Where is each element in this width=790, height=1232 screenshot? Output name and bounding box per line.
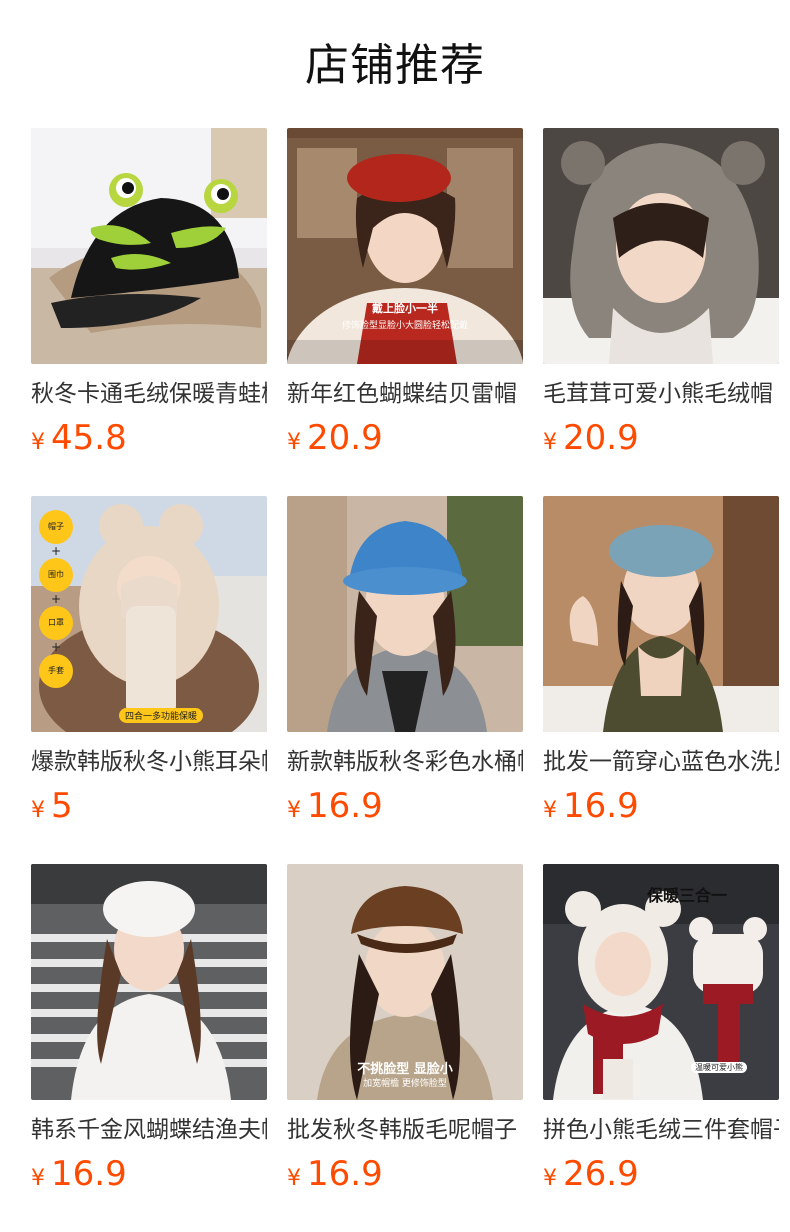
badge-mask: 口罩 xyxy=(39,606,73,640)
product-card[interactable]: 保暖三合一 温暖可爱小熊 拼色小熊毛绒三件套帽子 ¥26.9 xyxy=(543,864,779,1194)
price-value: 45.8 xyxy=(51,418,127,458)
product-price: ¥16.9 xyxy=(287,1152,383,1196)
plus-icon: + xyxy=(50,544,62,558)
currency-symbol: ¥ xyxy=(31,798,45,823)
price-value: 5 xyxy=(51,786,73,826)
product-price: ¥16.9 xyxy=(31,1152,127,1196)
product-card[interactable]: 毛茸茸可爱小熊毛绒帽 ¥20.9 xyxy=(543,128,779,458)
shop-recommend-page: 店铺推荐 秋冬卡通毛绒保暖青蛙 ¥ 45.8 戴上脸小一半 修饰脸型显脸小大圆脸… xyxy=(0,0,790,1232)
overlay-title: 不挑脸型 显脸小 xyxy=(357,1062,453,1077)
product-name[interactable]: 秋冬卡通毛绒保暖青蛙棒球帽 xyxy=(31,378,267,410)
product-image[interactable] xyxy=(543,496,779,732)
product-name[interactable]: 新年红色蝴蝶结贝雷帽 xyxy=(287,378,523,410)
currency-symbol: ¥ xyxy=(543,430,557,455)
product-price: ¥16.9 xyxy=(287,784,383,828)
product-name[interactable]: 毛茸茸可爱小熊毛绒帽 xyxy=(543,378,779,410)
product-price: ¥5 xyxy=(31,784,73,828)
product-image[interactable] xyxy=(287,496,523,732)
currency-symbol: ¥ xyxy=(287,1166,301,1191)
currency-symbol: ¥ xyxy=(287,430,301,455)
overlay-title: 保暖三合一 xyxy=(647,886,728,905)
product-card[interactable]: 秋冬卡通毛绒保暖青蛙棒球帽 ¥45.8 xyxy=(31,128,267,458)
overlay-subtitle: 四合一多功能保暖 xyxy=(119,708,204,723)
product-image[interactable]: 不挑脸型 显脸小 加宽帽檐 更修饰脸型 xyxy=(287,864,523,1100)
product-card[interactable]: 韩系千金风蝴蝶结渔夫帽 ¥16.9 xyxy=(31,864,267,1194)
price-value: 16.9 xyxy=(51,1154,127,1194)
product-price: ¥45.8 xyxy=(31,416,127,460)
badge-hat: 帽子 xyxy=(39,510,73,544)
product-card[interactable]: 批发一箭穿心蓝色水洗贝雷帽 ¥16.9 xyxy=(543,496,779,826)
currency-symbol: ¥ xyxy=(543,1166,557,1191)
price-value: 20.9 xyxy=(563,418,639,458)
plus-icon: + xyxy=(50,592,62,606)
product-card[interactable]: 戴上脸小一半 修饰脸型显脸小大圆脸轻松配戴 新年红色蝴蝶结贝雷帽 ¥20.9 xyxy=(287,128,523,458)
plus-icon: + xyxy=(50,640,62,654)
product-image[interactable]: 帽子 + 围巾 + 口罩 + 手套 四合一多功能保暖 xyxy=(31,496,267,732)
feature-badges: 帽子 + 围巾 + 口罩 + 手套 xyxy=(39,510,73,688)
product-name[interactable]: 批发一箭穿心蓝色水洗贝雷帽 xyxy=(543,746,779,778)
overlay-subtitle: 温暖可爱小熊 xyxy=(691,1062,747,1073)
price-value: 26.9 xyxy=(563,1154,639,1194)
product-price: ¥16.9 xyxy=(543,784,639,828)
price-value: 16.9 xyxy=(563,786,639,826)
overlay-subtitle: 加宽帽檐 更修饰脸型 xyxy=(363,1079,447,1089)
product-card[interactable]: 新款韩版秋冬彩色水桶帽 ¥16.9 xyxy=(287,496,523,826)
product-name[interactable]: 拼色小熊毛绒三件套帽子 xyxy=(543,1114,779,1146)
overlay-subtitle: 修饰脸型显脸小大圆脸轻松配戴 xyxy=(341,321,468,331)
product-image[interactable]: 戴上脸小一半 修饰脸型显脸小大圆脸轻松配戴 xyxy=(287,128,523,364)
product-image[interactable] xyxy=(543,128,779,364)
product-name[interactable]: 新款韩版秋冬彩色水桶帽 xyxy=(287,746,523,778)
product-image[interactable]: 保暖三合一 温暖可爱小熊 xyxy=(543,864,779,1100)
badge-gloves: 手套 xyxy=(39,654,73,688)
product-name[interactable]: 爆款韩版秋冬小熊耳朵帽子 xyxy=(31,746,267,778)
price-value: 16.9 xyxy=(307,1154,383,1194)
section-title: 店铺推荐 xyxy=(305,40,485,91)
currency-symbol: ¥ xyxy=(31,430,45,455)
overlay-title: 戴上脸小一半 xyxy=(372,302,438,315)
currency-symbol: ¥ xyxy=(543,798,557,823)
price-value: 16.9 xyxy=(307,786,383,826)
product-card[interactable]: 帽子 + 围巾 + 口罩 + 手套 四合一多功能保暖 爆款韩版秋冬小熊耳朵帽子 … xyxy=(31,496,267,826)
product-name[interactable]: 韩系千金风蝴蝶结渔夫帽 xyxy=(31,1114,267,1146)
product-name[interactable]: 批发秋冬韩版毛呢帽子 xyxy=(287,1114,523,1146)
product-card[interactable]: 不挑脸型 显脸小 加宽帽檐 更修饰脸型 批发秋冬韩版毛呢帽子 ¥16.9 xyxy=(287,864,523,1194)
badge-scarf: 围巾 xyxy=(39,558,73,592)
price-value: 20.9 xyxy=(307,418,383,458)
product-image[interactable] xyxy=(31,128,267,364)
currency-symbol: ¥ xyxy=(287,798,301,823)
product-price: ¥20.9 xyxy=(543,416,639,460)
product-image[interactable] xyxy=(31,864,267,1100)
product-price: ¥20.9 xyxy=(287,416,383,460)
product-price: ¥26.9 xyxy=(543,1152,639,1196)
currency-symbol: ¥ xyxy=(31,1166,45,1191)
